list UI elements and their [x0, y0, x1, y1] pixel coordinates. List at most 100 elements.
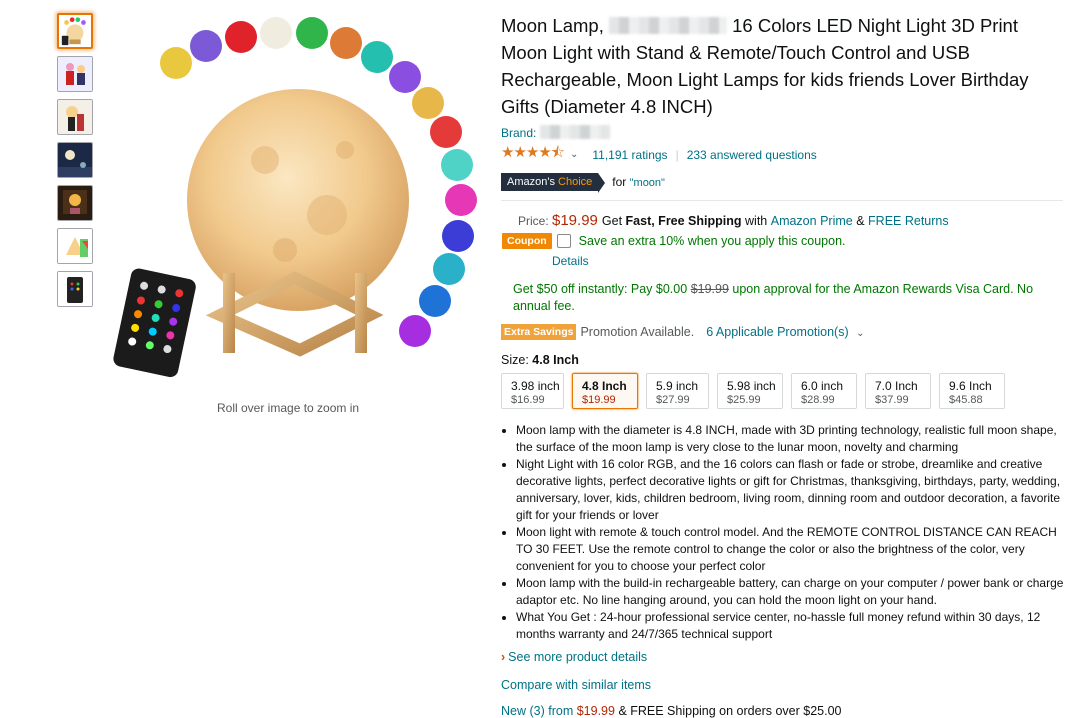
visa-text-1: Get $50 off instantly: Pay $0.00	[513, 282, 688, 296]
chevron-down-icon: ⌄	[856, 328, 865, 339]
size-name: 9.6 Inch	[949, 379, 992, 393]
feature-bullets: Moon lamp with the diameter is 4.8 INCH,…	[501, 422, 1066, 643]
size-option-5-98[interactable]: 5.98 inch $25.99	[717, 373, 783, 409]
brand-link[interactable]: Brand:	[501, 125, 1067, 140]
price-row: Price: $19.99 Get Fast, Free Shipping wi…	[501, 212, 1067, 229]
amazons-choice-badge: Amazon's Choice	[501, 173, 606, 193]
coupon-checkbox[interactable]	[556, 234, 571, 248]
moon-lamp-image	[113, 17, 477, 378]
size-label-text: Size:	[501, 353, 529, 367]
compare-similar-link[interactable]: Compare with similar items	[501, 678, 1067, 692]
thumbnail-2[interactable]	[57, 56, 93, 92]
star-rating-icon[interactable]: ★★★★⯪	[501, 142, 565, 167]
price-with: with	[745, 214, 768, 228]
size-price: $27.99	[656, 394, 690, 406]
couple-thumbnail-icon	[58, 100, 92, 134]
coupon-text[interactable]: Save an extra 10% when you apply this co…	[579, 234, 846, 248]
promotions-link-label: 6 Applicable Promotion(s)	[706, 325, 849, 339]
thumbnail-7[interactable]	[57, 271, 93, 307]
product-title: Moon Lamp, 16 Colors LED Night Light 3D …	[501, 12, 1067, 120]
size-name: 5.98 inch	[727, 379, 776, 393]
price-amp: &	[856, 214, 865, 228]
new-offers-price: $19.99	[576, 704, 615, 718]
free-returns-link[interactable]: FREE Returns	[868, 214, 949, 228]
price-amount: $19.99	[552, 212, 598, 229]
size-selected: 4.8 Inch	[532, 353, 579, 367]
see-more-label: See more product details	[508, 650, 648, 664]
night-thumbnail-icon	[58, 143, 92, 177]
amazons-choice-row: Amazon's Choice for "moon"	[501, 173, 1067, 193]
new-offers-link[interactable]: New (3) from	[501, 704, 573, 718]
size-name: 6.0 inch	[801, 379, 844, 393]
see-more-details-link[interactable]: › See more product details	[501, 650, 1067, 664]
answered-questions-link[interactable]: 233 answered questions	[687, 148, 817, 162]
chevron-right-icon: ›	[501, 650, 506, 664]
divider	[501, 200, 1063, 201]
new-offers-shipping: & FREE Shipping on orders over $25.00	[618, 704, 842, 718]
people-thumbnail-icon	[58, 57, 92, 91]
size-label: Size: 4.8 Inch	[501, 353, 1067, 367]
list-item: Moon light with remote & touch control m…	[516, 524, 1066, 575]
remote-thumbnail-icon	[58, 272, 92, 306]
size-price: $28.99	[801, 394, 835, 406]
choice-badge-text: Amazon's	[507, 176, 555, 188]
chevron-down-icon[interactable]: ⌄	[570, 149, 578, 160]
coupon-tag: Coupon	[502, 233, 552, 249]
room-thumbnail-icon	[58, 186, 92, 220]
moon-thumbnail-icon	[61, 17, 86, 46]
size-options: 3.98 inch $16.99 4.8 Inch $19.99 5.9 inc…	[501, 373, 1067, 409]
size-option-4-8[interactable]: 4.8 Inch $19.99	[572, 373, 638, 409]
shipping-text: Fast, Free Shipping	[625, 214, 742, 228]
price-get: Get	[601, 214, 623, 228]
choice-query-link[interactable]: "moon"	[630, 177, 665, 189]
size-price: $25.99	[727, 394, 761, 406]
applicable-promotions-link[interactable]: 6 Applicable Promotion(s) ⌄	[706, 325, 864, 339]
size-option-3-98[interactable]: 3.98 inch $16.99	[501, 373, 564, 409]
choice-badge-highlight: Choice	[558, 176, 593, 188]
extra-savings-tag: Extra Savings	[501, 324, 577, 340]
title-part-1: Moon Lamp,	[501, 15, 604, 36]
coupon-row: Coupon Save an extra 10% when you apply …	[501, 233, 1067, 249]
size-price: $37.99	[875, 394, 909, 406]
rating-row: ★★★★⯪ ⌄ 11,191 ratings | 233 answered qu…	[501, 142, 1067, 167]
promotion-row: Extra Savings Promotion Available. 6 App…	[501, 324, 1067, 340]
thumbnail-1[interactable]	[57, 13, 93, 49]
size-name: 4.8 Inch	[582, 379, 627, 393]
list-item: Moon lamp with the build-in rechargeable…	[516, 575, 1066, 609]
size-name: 5.9 inch	[656, 379, 699, 393]
separator: |	[675, 147, 679, 162]
size-name: 3.98 inch	[511, 379, 560, 393]
coupon-details-link[interactable]: Details	[552, 254, 1067, 268]
thumbnail-6[interactable]	[57, 228, 93, 264]
amazon-prime-link[interactable]: Amazon Prime	[771, 214, 853, 228]
visa-offer[interactable]: Get $50 off instantly: Pay $0.00 $19.99 …	[513, 281, 1058, 315]
size-name: 7.0 Inch	[875, 379, 918, 393]
list-item: Moon lamp with the diameter is 4.8 INCH,…	[516, 422, 1066, 456]
main-product-image[interactable]	[105, 10, 495, 390]
ratings-count-link[interactable]: 11,191 ratings	[592, 148, 667, 162]
list-item: What You Get : 24-hour professional serv…	[516, 609, 1066, 643]
list-item: Night Light with 16 color RGB, and the 1…	[516, 456, 1066, 524]
colors-thumbnail-icon	[58, 229, 92, 263]
blurred-brand	[539, 125, 610, 139]
size-option-6-0[interactable]: 6.0 inch $28.99	[791, 373, 857, 409]
thumbnail-4[interactable]	[57, 142, 93, 178]
choice-for-label: for	[612, 175, 627, 189]
size-option-7-0[interactable]: 7.0 Inch $37.99	[865, 373, 931, 409]
price-label: Price:	[518, 214, 549, 228]
size-price: $19.99	[582, 394, 616, 406]
visa-strike-price: $19.99	[690, 282, 729, 296]
size-option-9-6[interactable]: 9.6 Inch $45.88	[939, 373, 1005, 409]
choice-for-text: for "moon"	[612, 175, 665, 189]
promotion-available-text: Promotion Available.	[580, 325, 695, 339]
size-price: $16.99	[511, 394, 545, 406]
thumbnail-5[interactable]	[57, 185, 93, 221]
new-offers-row: New (3) from $19.99 & FREE Shipping on o…	[501, 704, 1067, 718]
blurred-brand-name	[608, 17, 727, 34]
thumbnail-3[interactable]	[57, 99, 93, 135]
zoom-hint: Roll over image to zoom in	[217, 401, 360, 415]
product-details: Moon Lamp, 16 Colors LED Night Light 3D …	[501, 12, 1067, 718]
size-price: $45.88	[949, 394, 983, 406]
brand-label: Brand:	[501, 126, 537, 140]
size-option-5-9[interactable]: 5.9 inch $27.99	[646, 373, 709, 409]
